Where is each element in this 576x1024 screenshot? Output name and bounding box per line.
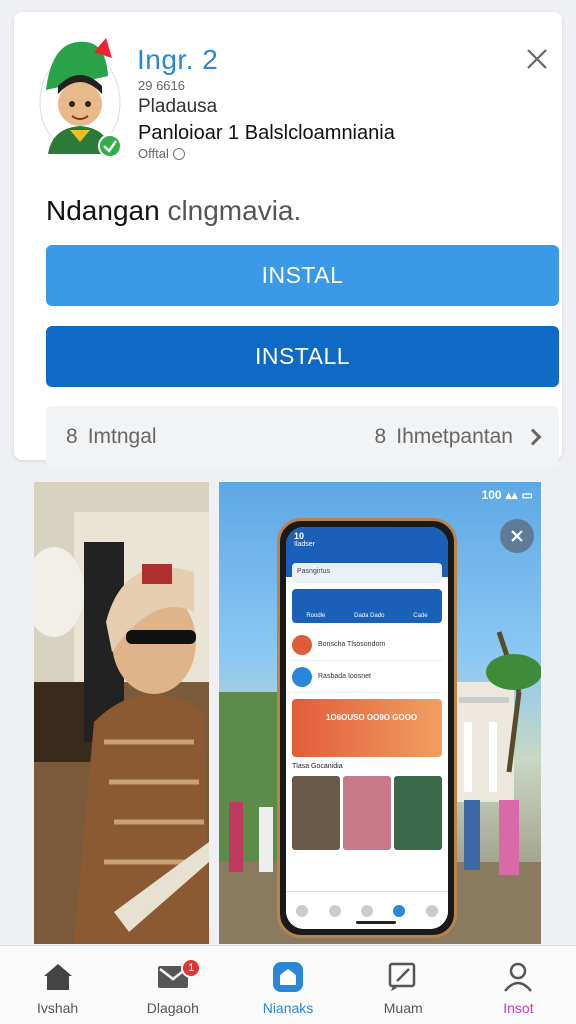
notification-badge: 1 <box>181 958 202 978</box>
status-bar: 100 ▴▴ ▭ <box>482 488 533 502</box>
phone-mockup: 10 Iladser Pasngirtus Roodle Dada Dado C… <box>277 518 457 938</box>
bottom-nav: Ivshah 1 Dlagaoh Nianaks Muam Insot <box>0 945 576 1024</box>
close-icon <box>511 530 523 542</box>
list-item: Bonscha Tlsosondom <box>292 629 442 661</box>
nav-item-shop[interactable]: Nianaks <box>230 946 345 1024</box>
photo-woman-batik <box>34 482 209 944</box>
home-icon <box>40 960 76 994</box>
info-right-count: 8 <box>374 424 387 448</box>
photo-thumb <box>292 776 340 850</box>
chevron-right-icon <box>524 428 542 445</box>
list-item-label: Rasbada Ioosnet <box>318 673 371 680</box>
nav-item-profile[interactable]: Insot <box>461 946 576 1024</box>
list-item-icon <box>292 666 312 687</box>
screenshot-photo-left[interactable] <box>34 482 209 944</box>
close-button[interactable] <box>520 42 554 76</box>
list-item: Rasbada Ioosnet <box>292 661 442 693</box>
phone-list: Bonscha Tlsosondom Rasbada Ioosnet <box>292 629 442 693</box>
info-left-count: 8 <box>66 424 78 448</box>
phone-search: Pasngirtus <box>292 563 442 583</box>
list-item-icon <box>292 634 312 655</box>
home-indicator <box>356 921 396 924</box>
info-icon <box>172 147 185 160</box>
app-official-tag: Offtal <box>138 146 185 161</box>
phone-banner: 1O6OUSO OO9O GOOO <box>292 699 442 757</box>
list-item-label: Bonscha Tlsosondom <box>318 641 386 648</box>
nav-label: Dlagaoh <box>146 1000 199 1016</box>
app-name: Ingr. 2 <box>137 44 219 75</box>
install-button-secondary[interactable]: INSTALL <box>46 326 559 387</box>
nav-item-home[interactable]: Ivshah <box>0 946 115 1024</box>
phone-nav-icon <box>425 904 438 917</box>
nav-label: Nianaks <box>262 1000 314 1016</box>
shop-icon <box>270 960 306 994</box>
phone-header-label: Iladser <box>294 541 316 548</box>
info-right-label: Ihmetpantan <box>396 424 513 448</box>
wifi-icon: ▴▴ <box>505 488 518 502</box>
info-row[interactable]: 8 Imtngal 8 Ihmetpantan <box>46 406 559 467</box>
phone-nav-icon <box>393 904 406 917</box>
headline-main: Ndangan <box>46 195 160 226</box>
official-label: Offtal <box>138 146 169 161</box>
phone-photo-grid <box>292 776 442 850</box>
nav-label: Insot <box>503 1000 534 1016</box>
nav-item-edit[interactable]: Muam <box>346 946 461 1024</box>
phone-subtitle: Tlasa Gocanidia <box>292 763 343 770</box>
install-card: Ingr. 2 29 6616 Pladausa Panloioar 1 Bal… <box>14 12 562 467</box>
phone-tab: Cade <box>413 613 428 619</box>
phone-time: 10 <box>294 531 305 541</box>
app-developer: Pladausa <box>138 96 218 117</box>
photo-thumb <box>343 776 391 850</box>
phone-nav-icon <box>296 904 309 917</box>
phone-tab: Dada Dado <box>354 613 385 619</box>
nav-label: Muam <box>383 1000 423 1016</box>
info-left: 8 Imtngal <box>66 425 157 449</box>
phone-screen: 10 Iladser Pasngirtus Roodle Dada Dado C… <box>286 527 448 929</box>
phone-nav-icon <box>360 904 373 917</box>
phone-nav-icon <box>328 904 341 917</box>
info-right: 8 Ihmetpantan <box>374 424 542 449</box>
user-icon <box>500 960 536 994</box>
photo-thumb <box>394 776 442 850</box>
close-icon <box>527 49 547 69</box>
headline: Ndangan clngmavia. <box>46 195 301 227</box>
screenshot-phone-right[interactable]: 100 ▴▴ ▭ 10 Iladser Pasngirtus Roodle Da… <box>219 482 541 944</box>
phone-tab: Roodle <box>306 613 326 619</box>
nav-label: Ivshah <box>36 1000 79 1016</box>
app-subtitle: Panloioar 1 Balslcloamniania <box>138 122 395 144</box>
edit-icon <box>385 960 421 994</box>
nav-item-messages[interactable]: 1 Dlagaoh <box>115 946 230 1024</box>
status-text: 100 <box>481 488 502 502</box>
app-version: 29 6616 <box>138 78 185 93</box>
install-button[interactable]: INSTAL <box>46 245 559 306</box>
app-avatar <box>34 30 124 160</box>
battery-icon: ▭ <box>521 488 533 502</box>
screenshot-close-button[interactable] <box>500 519 534 553</box>
headline-soft: clngmavia. <box>167 195 302 226</box>
phone-tabs: Roodle Dada Dado Cade <box>292 589 442 623</box>
info-left-label: Imtngal <box>87 424 157 448</box>
